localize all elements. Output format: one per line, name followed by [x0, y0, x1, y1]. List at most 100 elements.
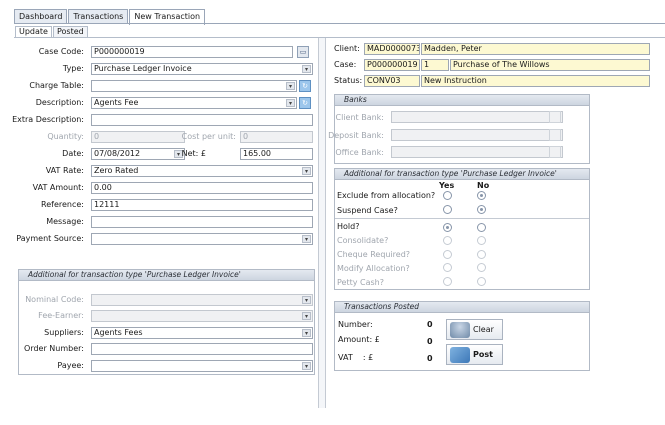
- type-value: Purchase Ledger Invoice: [94, 64, 192, 73]
- net-label: Net: £: [181, 149, 206, 158]
- lookup-icon[interactable]: ▭: [297, 46, 309, 58]
- additional-right-title: Additional for transaction type 'Purchas…: [335, 169, 589, 180]
- nominal-code-label: Nominal Code:: [25, 295, 84, 304]
- deposit-bank-label: Deposit Bank:: [328, 131, 384, 140]
- tab-transactions[interactable]: Transactions: [68, 9, 129, 24]
- petty-yes-radio[interactable]: [443, 277, 452, 286]
- tab-posted[interactable]: Posted: [52, 26, 88, 37]
- status-description-display: New Instruction: [421, 75, 650, 87]
- charge-table-label: Charge Table:: [29, 81, 84, 90]
- lookup-icon[interactable]: [549, 146, 561, 158]
- vat-rate-select[interactable]: Zero Rated ▾: [91, 165, 313, 177]
- additional-divider: [335, 218, 589, 219]
- case-description-display: Purchase of The Willows: [450, 59, 650, 71]
- database-icon: [450, 322, 470, 338]
- modify-yes-radio[interactable]: [443, 263, 452, 272]
- chevron-down-icon: ▾: [286, 99, 295, 107]
- additional-left-title: Additional for transaction type 'Purchas…: [19, 270, 314, 281]
- hold-yes-radio[interactable]: [443, 223, 452, 232]
- client-bank-label: Client Bank:: [335, 113, 385, 122]
- chevron-down-icon: ▾: [302, 296, 311, 304]
- net-field[interactable]: 165.00: [240, 148, 313, 160]
- petty-label: Petty Cash?: [337, 278, 384, 287]
- nominal-code-select[interactable]: ▾: [91, 294, 313, 306]
- client-name-field: Madden, Peter: [421, 43, 650, 55]
- clear-button-label: Clear: [473, 325, 494, 334]
- chevron-down-icon: ▾: [302, 329, 311, 337]
- description-label: Description:: [35, 98, 84, 107]
- chevron-down-icon: ▾: [302, 65, 311, 73]
- tab-update[interactable]: Update: [15, 26, 52, 37]
- reference-field[interactable]: 12111: [91, 199, 313, 211]
- consolidate-yes-radio[interactable]: [443, 236, 452, 245]
- type-select[interactable]: Purchase Ledger Invoice ▾: [91, 63, 313, 75]
- case-number-display: 1: [421, 59, 449, 71]
- amount-value: 0: [427, 337, 433, 346]
- chevron-down-icon: ▾: [286, 82, 295, 90]
- deposit-bank-field[interactable]: [391, 129, 563, 141]
- exclude-no-radio[interactable]: [477, 191, 486, 200]
- refresh-icon[interactable]: ↻: [299, 97, 311, 109]
- fee-earner-select[interactable]: ▾: [91, 310, 313, 322]
- case-code-display: P000000019: [364, 59, 420, 71]
- suppliers-select[interactable]: Agents Fees ▾: [91, 327, 313, 339]
- hold-no-radio[interactable]: [477, 223, 486, 232]
- main-tabs: Dashboard Transactions New Transaction: [14, 9, 206, 25]
- vat-amount-label: VAT Amount:: [32, 183, 84, 192]
- panel-splitter[interactable]: [318, 38, 326, 408]
- petty-no-radio[interactable]: [477, 277, 486, 286]
- suppliers-label: Suppliers:: [44, 328, 84, 337]
- exclude-yes-radio[interactable]: [443, 191, 452, 200]
- refresh-icon[interactable]: ↻: [299, 80, 311, 92]
- status-label: Status:: [334, 76, 363, 85]
- payment-source-select[interactable]: ▾: [91, 233, 313, 245]
- clear-button[interactable]: Clear: [446, 319, 503, 340]
- lookup-icon[interactable]: [549, 129, 561, 141]
- number-value: 0: [427, 320, 433, 329]
- client-label: Client:: [334, 44, 360, 53]
- consolidate-no-radio[interactable]: [477, 236, 486, 245]
- post-button[interactable]: Post: [446, 344, 503, 365]
- order-number-field[interactable]: [91, 343, 313, 355]
- office-bank-field[interactable]: [391, 146, 563, 158]
- amount-label: Amount: £: [338, 335, 380, 344]
- fee-earner-label: Fee-Earner:: [38, 311, 84, 320]
- extra-description-label: Extra Description:: [12, 115, 84, 124]
- post-button-label: Post: [473, 350, 493, 359]
- suspend-label: Suspend Case?: [337, 206, 398, 215]
- extra-description-field[interactable]: [91, 114, 313, 126]
- banks-title: Banks: [335, 95, 589, 106]
- no-header: No: [477, 181, 490, 190]
- cheque-label: Cheque Required?: [337, 250, 411, 259]
- suspend-no-radio[interactable]: [477, 205, 486, 214]
- office-bank-label: Office Bank:: [335, 148, 384, 157]
- yes-header: Yes: [439, 181, 455, 190]
- vat-amount-field[interactable]: 0.00: [91, 182, 313, 194]
- description-select[interactable]: Agents Fee ▾: [91, 97, 297, 109]
- post-icon: [450, 347, 470, 363]
- cheque-yes-radio[interactable]: [443, 250, 452, 259]
- cheque-no-radio[interactable]: [477, 250, 486, 259]
- vat-label: VAT : £: [338, 353, 374, 362]
- message-field[interactable]: [91, 216, 313, 228]
- case-code-field[interactable]: P000000019: [91, 46, 293, 58]
- status-code-display: CONV03: [364, 75, 420, 87]
- case-code-label: Case Code:: [38, 47, 84, 56]
- tab-dashboard[interactable]: Dashboard: [14, 9, 68, 24]
- suspend-yes-radio[interactable]: [443, 205, 452, 214]
- modify-no-radio[interactable]: [477, 263, 486, 272]
- chevron-down-icon: ▾: [302, 235, 311, 243]
- reference-label: Reference:: [41, 200, 84, 209]
- number-label: Number:: [338, 320, 373, 329]
- case-label: Case:: [334, 60, 357, 69]
- lookup-icon[interactable]: [549, 111, 561, 123]
- cost-per-unit-field[interactable]: 0: [240, 131, 313, 143]
- date-label: Date:: [62, 149, 84, 158]
- consolidate-label: Consolidate?: [337, 236, 389, 245]
- message-label: Message:: [46, 217, 84, 226]
- payee-select[interactable]: ▾: [91, 360, 313, 372]
- posted-title: Transactions Posted: [335, 302, 589, 313]
- exclude-label: Exclude from allocation?: [337, 191, 436, 200]
- charge-table-select[interactable]: ▾: [91, 80, 297, 92]
- client-bank-field[interactable]: [391, 111, 563, 123]
